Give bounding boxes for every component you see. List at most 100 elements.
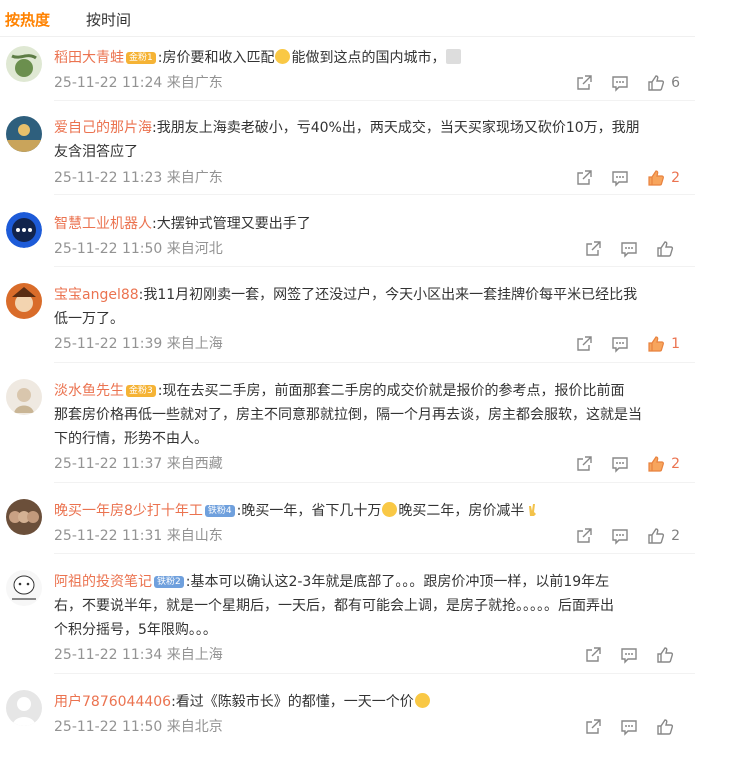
comment-actions: 2	[557, 167, 680, 189]
like-button[interactable]	[656, 240, 680, 258]
comment-time: 25-11-22 11:39	[54, 336, 163, 352]
avatar[interactable]	[6, 499, 42, 535]
comment-location: 来自河北	[166, 241, 223, 257]
username[interactable]: 淡水鱼先生	[54, 383, 124, 399]
like-button[interactable]: 1	[647, 335, 680, 353]
comment-icon[interactable]	[620, 646, 638, 664]
like-count: 2	[671, 528, 680, 544]
comment-body: 稻田大青蛙 金粉1:房价要和收入匹配 能做到这点的国内城市，	[54, 46, 680, 70]
like-button[interactable]: 2	[647, 527, 680, 545]
avatar[interactable]	[6, 570, 42, 606]
divider	[54, 673, 695, 674]
thumbs-up-icon	[648, 170, 665, 186]
comment-location: 来自北京	[166, 719, 223, 735]
comment-location: 来自广东	[166, 75, 223, 91]
like-button[interactable]: 6	[647, 74, 680, 92]
comment-body: 淡水鱼先生 金粉3:现在去买二手房，前面那套二手房的成交价就是报价的参考点，报价比…	[54, 379, 680, 451]
like-button[interactable]: 2	[647, 169, 680, 187]
comment-location: 来自西藏	[166, 456, 223, 472]
fan-badge: 金粉3	[126, 385, 156, 397]
like-button[interactable]	[656, 646, 680, 664]
comment-location: 来自上海	[166, 647, 223, 663]
username[interactable]: 阿祖的投资笔记	[54, 574, 152, 590]
comment-meta: 25-11-22 11:24 来自广东	[54, 73, 223, 93]
fan-badge: 铁粉2	[154, 576, 184, 588]
comment-icon[interactable]	[620, 240, 638, 258]
grin-emoji	[382, 502, 398, 517]
comment-location: 来自山东	[166, 528, 223, 544]
comment-text: :基本可以确认这2-3年就是底部了。。。跟房价冲顶一样，以前19年左	[185, 574, 610, 590]
comment-actions	[566, 644, 680, 666]
thumbs-up-icon	[648, 528, 665, 544]
avatar[interactable]	[6, 212, 42, 248]
comment-icon[interactable]	[611, 455, 629, 473]
avatar[interactable]	[6, 379, 42, 415]
like-button[interactable]: 2	[647, 455, 680, 473]
like-count: 2	[671, 170, 680, 186]
comment-meta: 25-11-22 11:23 来自广东	[54, 168, 223, 188]
comment-text: :看过《陈毅市长》的都懂，一天一个价	[171, 694, 414, 710]
comment-text: :现在去买二手房，前面那套二手房的成交价就是报价的参考点，报价比前面	[157, 383, 625, 399]
share-icon[interactable]	[575, 74, 593, 92]
share-icon[interactable]	[584, 646, 602, 664]
sort-tabs: 按热度 按时间	[0, 0, 695, 37]
comment-meta: 25-11-22 11:39 来自上海	[54, 334, 223, 354]
comment-time: 25-11-22 11:31	[54, 528, 163, 544]
share-icon[interactable]	[584, 240, 602, 258]
comment-icon[interactable]	[611, 169, 629, 187]
comment-time: 25-11-22 11:24	[54, 75, 163, 91]
username[interactable]: 宝宝angel88	[54, 287, 139, 303]
comment-icon[interactable]	[611, 527, 629, 545]
username[interactable]: 稻田大青蛙	[54, 50, 124, 66]
comment-icon[interactable]	[620, 718, 638, 736]
comment-icon[interactable]	[611, 335, 629, 353]
share-icon[interactable]	[575, 169, 593, 187]
divider	[54, 100, 695, 101]
comment-actions: 2	[557, 525, 680, 547]
comment-body: 晚买一年房8少打十年工 铁粉4:晚买一年，省下几十万 晚买二年，房价减半	[54, 499, 680, 523]
share-icon[interactable]	[575, 455, 593, 473]
comment-text: 下的行情，形势不由人。	[54, 431, 208, 447]
username[interactable]: 爱自己的那片海	[54, 120, 152, 136]
avatar[interactable]	[6, 46, 42, 82]
comment-body: 爱自己的那片海:我朋友上海卖老破小，亏40%出，两天成交，当天买家现场又砍价10…	[54, 116, 680, 164]
thumbs-up-icon	[657, 647, 674, 663]
like-button[interactable]	[656, 718, 680, 736]
thumbs-up-icon	[657, 719, 674, 735]
tab-by-time[interactable]: 按时间	[86, 9, 131, 30]
thumbs-up-icon	[648, 456, 665, 472]
comment-body: 阿祖的投资笔记 铁粉2:基本可以确认这2-3年就是底部了。。。跟房价冲顶一样，以前…	[54, 570, 680, 642]
share-icon[interactable]	[575, 335, 593, 353]
comment-text: 能做到这点的国内城市，	[291, 50, 446, 66]
username[interactable]: 晚买一年房8少打十年工	[54, 503, 203, 519]
comment-text: 友含泪答应了	[54, 144, 138, 160]
comment-location: 来自广东	[166, 170, 223, 186]
comment-text: 低一万了。	[54, 311, 124, 327]
share-icon[interactable]	[575, 527, 593, 545]
username[interactable]: 智慧工业机器人	[54, 216, 152, 232]
divider	[54, 194, 695, 195]
comment-time: 25-11-22 11:23	[54, 170, 163, 186]
username[interactable]: 用户7876044406	[54, 694, 171, 710]
thumbs-up-icon	[648, 75, 665, 91]
divider	[54, 553, 695, 554]
comment-text: :房价要和收入匹配	[157, 50, 275, 66]
avatar[interactable]	[6, 116, 42, 152]
fan-badge: 金粉1	[126, 52, 156, 64]
comment-actions	[566, 716, 680, 738]
smile-emoji	[275, 49, 291, 64]
like-count: 6	[671, 75, 680, 91]
divider	[54, 266, 695, 267]
comment-actions: 2	[557, 453, 680, 475]
comment-time: 25-11-22 11:50	[54, 719, 163, 735]
comment-actions: 1	[557, 333, 680, 355]
divider	[54, 362, 695, 363]
share-icon[interactable]	[584, 718, 602, 736]
comment-text: 那套房价格再低一些就对了，房主不同意那就拉倒，隔一个月再去谈，房主都会服软，这就…	[54, 407, 642, 423]
comment-text: :我朋友上海卖老破小，亏40%出，两天成交，当天买家现场又砍价10万，我朋	[152, 120, 640, 136]
tab-by-hot[interactable]: 按热度	[5, 9, 50, 30]
avatar[interactable]	[6, 690, 42, 726]
avatar[interactable]	[6, 283, 42, 319]
comment-icon[interactable]	[611, 74, 629, 92]
comment-time: 25-11-22 11:50	[54, 241, 163, 257]
